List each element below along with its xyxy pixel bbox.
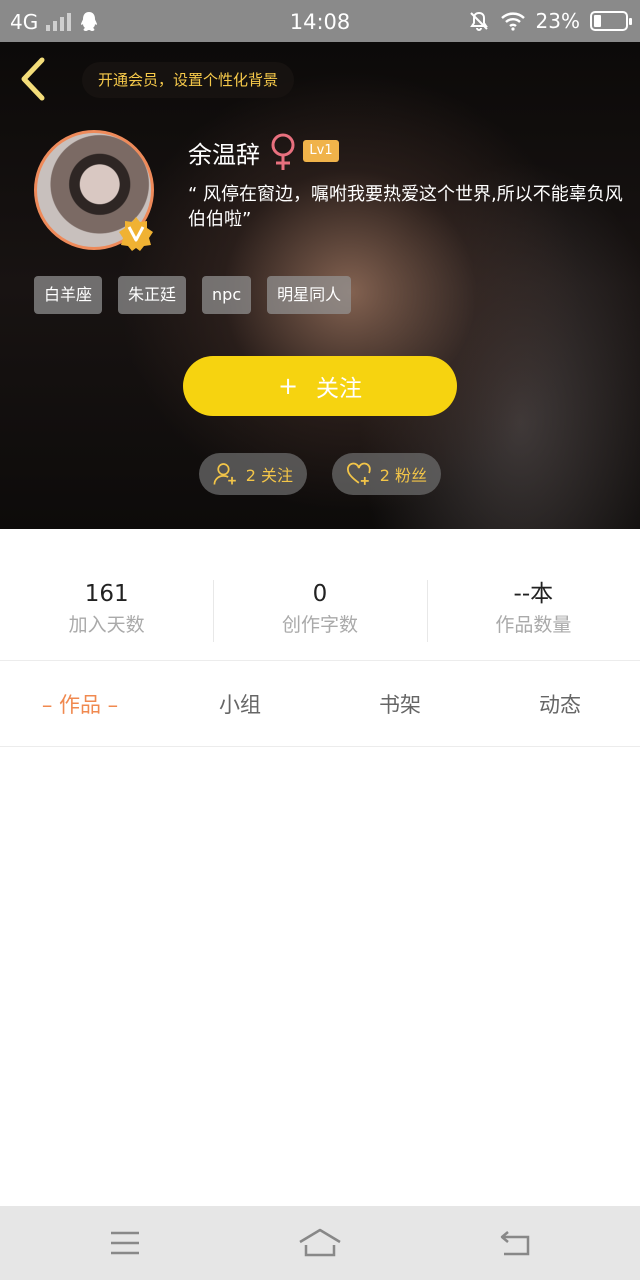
user-add-icon <box>213 463 236 485</box>
stat-label: 作品数量 <box>495 614 572 636</box>
stat-value: --本 <box>513 581 554 607</box>
battery-icon <box>590 11 632 31</box>
follow-button[interactable]: + 关注 <box>183 356 457 416</box>
female-icon <box>271 133 295 170</box>
profile-header: 开通会员，设置个性化背景 余温辞 Lv1 “ 风停在窗边，嘱咐我要热爱这个世界,… <box>0 42 640 529</box>
divider <box>0 660 640 661</box>
tab-activity[interactable]: 动态 <box>480 680 640 730</box>
tag-item[interactable]: 明星同人 <box>267 276 352 314</box>
stat-value: 161 <box>84 581 129 607</box>
vip-badge-icon <box>119 217 153 251</box>
tag-item[interactable]: 朱正廷 <box>118 276 187 314</box>
stat-label: 创作字数 <box>281 614 358 636</box>
stat-join-days: 161 加入天数 <box>0 580 213 642</box>
following-button[interactable]: 2 关注 <box>199 453 307 495</box>
tab-works[interactable]: – 作品 – <box>0 680 160 730</box>
stats-row: 161 加入天数 0 创作字数 --本 作品数量 <box>0 580 640 642</box>
fans-count: 2 粉丝 <box>379 466 427 485</box>
status-bar: 4G 14:08 23% <box>0 0 640 42</box>
wifi-icon <box>500 12 525 31</box>
tag-list: 白羊座 朱正廷 npc 明星同人 <box>34 276 352 314</box>
tag-item[interactable]: 白羊座 <box>34 276 103 314</box>
following-count: 2 关注 <box>245 466 293 485</box>
tab-groups[interactable]: 小组 <box>160 680 320 730</box>
tag-item[interactable]: npc <box>202 276 252 314</box>
menu-icon[interactable] <box>105 1224 145 1262</box>
stat-label: 加入天数 <box>68 614 145 636</box>
bio-text: “ 风停在窗边，嘱咐我要热爱这个世界,所以不能辜负风伯伯啦” <box>188 184 623 230</box>
mute-bell-icon <box>469 11 488 31</box>
back-arrow-icon[interactable] <box>496 1224 536 1262</box>
back-button[interactable] <box>16 56 50 102</box>
tab-bookshelf[interactable]: 书架 <box>320 680 480 730</box>
vip-background-banner[interactable]: 开通会员，设置个性化背景 <box>82 62 295 98</box>
home-icon[interactable] <box>296 1224 344 1262</box>
divider <box>0 746 640 747</box>
system-nav-bar <box>0 1206 640 1280</box>
stat-value: 0 <box>312 581 328 607</box>
heart-add-icon <box>347 462 371 485</box>
plus-icon: + <box>277 372 299 400</box>
stat-works-count: --本 作品数量 <box>426 580 640 642</box>
battery-percent: 23% <box>535 9 580 33</box>
fans-button[interactable]: 2 粉丝 <box>332 453 441 495</box>
level-badge: Lv1 <box>303 140 339 162</box>
tab-bar: – 作品 – 小组 书架 动态 <box>0 680 640 730</box>
username: 余温辞 <box>188 141 260 169</box>
follow-button-label: 关注 <box>316 376 363 402</box>
stat-word-count: 0 创作字数 <box>213 580 426 642</box>
status-right: 23% <box>468 9 632 33</box>
